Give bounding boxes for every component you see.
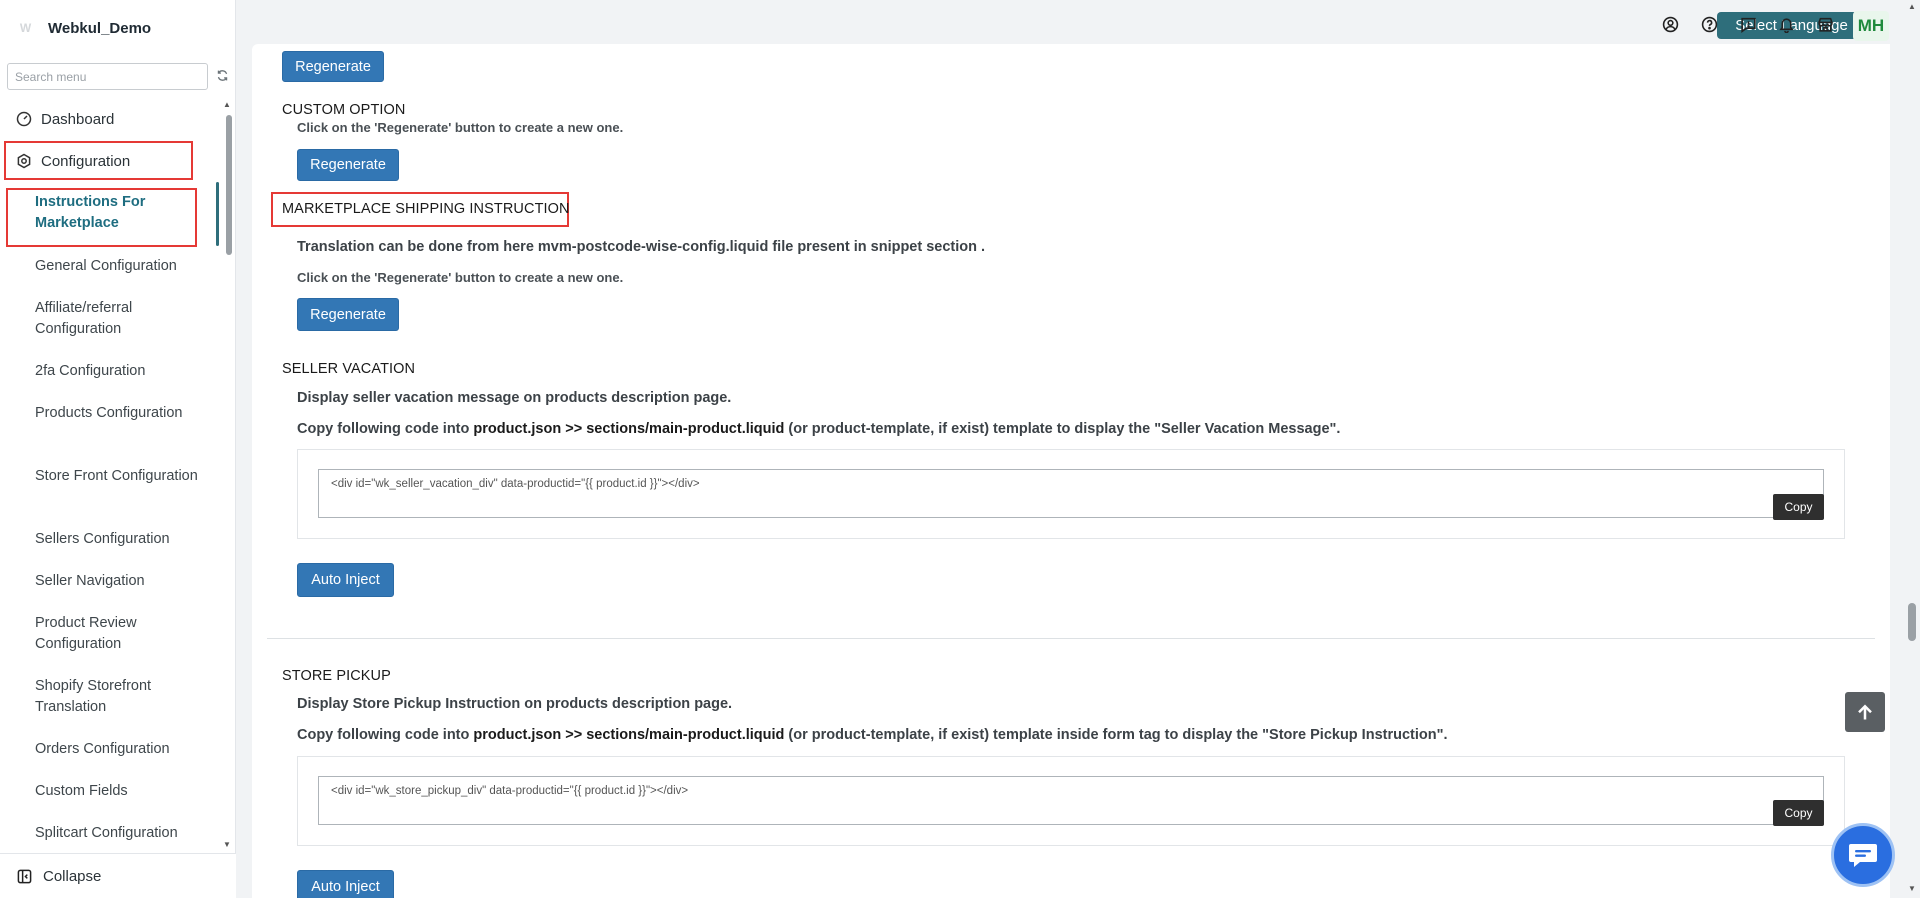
sidebar-item-product-review-configuration[interactable]: Product Review Configuration (35, 613, 210, 655)
seller-vacation-desc: Display seller vacation message on produ… (297, 390, 732, 406)
custom-option-title: CUSTOM OPTION (282, 102, 406, 118)
store-pickup-code-field[interactable]: <div id="wk_store_pickup_div" data-produ… (318, 776, 1824, 825)
search-menu-input[interactable] (8, 64, 207, 89)
brand: W Webkul_Demo (0, 0, 236, 56)
copy-instruction-suffix: (or product-template, if exist) template… (784, 727, 1448, 743)
store-pickup-title: STORE PICKUP (282, 668, 391, 684)
collapse-button[interactable]: Collapse (0, 853, 236, 898)
page-scroll-up-icon[interactable]: ▲ (1908, 2, 1916, 11)
sidebar-item-orders-configuration[interactable]: Orders Configuration (35, 739, 210, 760)
copy-button-pickup[interactable]: Copy (1773, 800, 1824, 826)
page-scrollbar[interactable] (1904, 0, 1920, 898)
copy-button-vacation[interactable]: Copy (1773, 494, 1824, 520)
shipping-translation-text: Translation can be done from here mvm-po… (297, 239, 986, 255)
seller-vacation-code-field[interactable]: <div id="wk_seller_vacation_div" data-pr… (318, 469, 1824, 518)
store-pickup-copy-instruction: Copy following code into product.json >>… (297, 727, 1448, 743)
auto-inject-button-pickup[interactable]: Auto Inject (297, 870, 394, 898)
shipping-instruction-title: MARKETPLACE SHIPPING INSTRUCTION (282, 201, 570, 217)
custom-option-note: Click on the 'Regenerate' button to crea… (297, 120, 624, 135)
sidebar-item-dashboard[interactable]: Dashboard (0, 108, 222, 130)
help-icon[interactable] (1699, 14, 1719, 34)
scroll-up-icon[interactable]: ▲ (223, 100, 231, 109)
collapse-label: Collapse (43, 867, 102, 885)
dashboard-icon (15, 110, 33, 128)
sidebar-item-store-front-configuration[interactable]: Store Front Configuration (35, 466, 210, 487)
refresh-icon[interactable] (214, 67, 230, 83)
app-logo: W (19, 21, 31, 35)
store-pickup-desc: Display Store Pickup Instruction on prod… (297, 696, 733, 712)
copy-instruction-prefix: Copy following code into (297, 727, 474, 743)
sidebar-item-general-configuration[interactable]: General Configuration (35, 256, 210, 277)
section-divider (267, 638, 1875, 639)
regenerate-button-custom-option[interactable]: Regenerate (297, 149, 399, 181)
sidebar-item-custom-fields[interactable]: Custom Fields (35, 781, 210, 802)
scroll-to-top-button[interactable] (1845, 692, 1885, 732)
copy-instruction-path: product.json >> sections/main-product.li… (473, 727, 785, 743)
scroll-down-icon[interactable]: ▼ (223, 840, 231, 849)
page-scrollbar-thumb[interactable] (1908, 603, 1916, 641)
feedback-icon[interactable] (1738, 14, 1758, 34)
sidebar-item-splitcart-configuration[interactable]: Splitcart Configuration (35, 823, 210, 844)
sidebar: W Webkul_Demo Dashboard Configuration In… (0, 0, 236, 898)
arrow-up-icon (1858, 704, 1872, 720)
collapse-panel-icon (15, 867, 33, 885)
regenerate-button-top[interactable]: Regenerate (282, 51, 384, 82)
active-indicator (216, 182, 219, 246)
search-menu-field[interactable] (7, 63, 208, 90)
seller-vacation-title: SELLER VACATION (282, 361, 416, 377)
copy-instruction-prefix: Copy following code into (297, 421, 474, 437)
chat-bubble-icon (1849, 844, 1877, 867)
copy-instruction-suffix: (or product-template, if exist) template… (784, 421, 1341, 437)
seller-vacation-copy-instruction: Copy following code into product.json >>… (297, 421, 1340, 437)
page-scroll-down-icon[interactable]: ▼ (1908, 884, 1916, 893)
sidebar-item-label: Dashboard (41, 110, 115, 128)
account-icon[interactable] (1660, 14, 1680, 34)
shipping-note: Click on the 'Regenerate' button to crea… (297, 270, 624, 285)
sidebar-item-storefront-translation[interactable]: Shopify Storefront Translation (35, 676, 210, 718)
avatar[interactable]: MH (1853, 11, 1889, 41)
app-name: Webkul_Demo (48, 19, 152, 37)
notification-bell-icon[interactable] (1776, 14, 1796, 34)
regenerate-button-shipping[interactable]: Regenerate (297, 298, 399, 331)
auto-inject-button-vacation[interactable]: Auto Inject (297, 563, 394, 597)
sidebar-scrollbar-thumb[interactable] (226, 115, 232, 255)
highlight-box-instructions (6, 188, 197, 247)
sidebar-item-2fa-configuration[interactable]: 2fa Configuration (35, 361, 210, 382)
sidebar-item-sellers-configuration[interactable]: Sellers Configuration (35, 529, 210, 550)
highlight-box-configuration (4, 141, 193, 180)
store-icon[interactable] (1815, 14, 1835, 34)
sidebar-item-affiliate-configuration[interactable]: Affiliate/referral Configuration (35, 298, 210, 340)
sidebar-item-products-configuration[interactable]: Products Configuration (35, 403, 210, 424)
copy-instruction-path: product.json >> sections/main-product.li… (473, 421, 785, 437)
chat-button[interactable] (1831, 823, 1895, 887)
sidebar-item-seller-navigation[interactable]: Seller Navigation (35, 571, 210, 592)
